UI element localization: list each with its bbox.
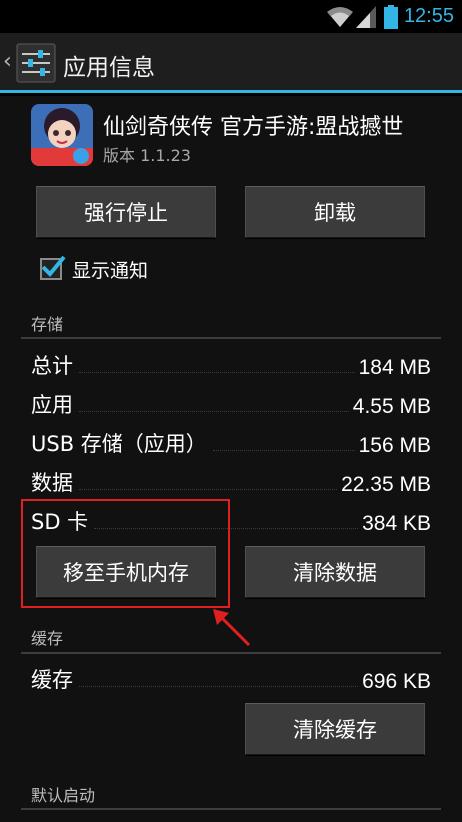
show-notifications-checkbox[interactable] xyxy=(40,255,66,280)
storage-row-total: 总计 184 MB xyxy=(31,348,431,380)
annotation-arrow-icon xyxy=(213,609,251,647)
app-version: 版本 1.1.23 xyxy=(103,146,191,165)
checkmark-icon xyxy=(41,255,66,277)
storage-row-app: 应用 4.55 MB xyxy=(31,387,431,419)
annotation-highlight-box xyxy=(21,499,230,608)
row-value: 384 KB xyxy=(362,512,431,535)
status-bar: 12:55 xyxy=(0,0,462,33)
force-stop-button[interactable]: 强行停止 xyxy=(36,186,216,238)
action-bar: ‹ 应用信息 xyxy=(0,33,462,93)
clear-data-button[interactable]: 清除数据 xyxy=(245,546,425,598)
clear-cache-button[interactable]: 清除缓存 xyxy=(245,703,425,755)
app-icon xyxy=(31,104,93,166)
status-icons: 12:55 xyxy=(326,0,462,33)
back-caret-icon[interactable]: ‹ xyxy=(3,49,12,74)
wifi-icon xyxy=(326,6,353,27)
settings-icon[interactable] xyxy=(16,43,56,83)
row-label: 数据 xyxy=(31,471,73,495)
show-notifications-label[interactable]: 显示通知 xyxy=(72,256,148,283)
storage-divider xyxy=(21,337,441,339)
dotted-leader xyxy=(79,411,349,412)
signal-icon xyxy=(355,5,376,28)
app-info-content: 仙剑奇侠传 官方手游:盟战撼世 版本 1.1.23 强行停止 卸载 显示通知 存… xyxy=(0,96,462,822)
storage-row-usb: USB 存储（应用） 156 MB xyxy=(31,426,431,458)
dotted-leader xyxy=(79,686,359,687)
dotted-leader xyxy=(212,450,355,451)
row-value: 696 KB xyxy=(362,670,431,693)
storage-section-header: 存储 xyxy=(31,315,64,334)
row-label: 缓存 xyxy=(31,668,73,692)
default-launch-divider xyxy=(21,808,441,810)
row-label: 应用 xyxy=(31,393,73,417)
status-time: 12:55 xyxy=(403,5,454,27)
uninstall-button[interactable]: 卸载 xyxy=(245,186,425,238)
row-label: 总计 xyxy=(31,354,73,378)
cache-divider xyxy=(21,652,441,654)
cache-section-header: 缓存 xyxy=(31,629,64,648)
row-value: 184 MB xyxy=(358,356,431,379)
row-label: USB 存储（应用） xyxy=(31,432,207,456)
dotted-leader xyxy=(79,372,355,373)
row-value: 22.35 MB xyxy=(341,473,431,496)
app-name: 仙剑奇侠传 官方手游:盟战撼世 xyxy=(103,115,404,140)
cache-row: 缓存 696 KB xyxy=(31,662,431,694)
dotted-leader xyxy=(79,489,338,490)
row-value: 4.55 MB xyxy=(352,395,431,418)
default-launch-section-header: 默认启动 xyxy=(31,786,96,805)
page-title: 应用信息 xyxy=(63,55,155,81)
battery-icon xyxy=(383,4,398,29)
row-value: 156 MB xyxy=(358,434,431,457)
storage-row-data: 数据 22.35 MB xyxy=(31,465,431,497)
